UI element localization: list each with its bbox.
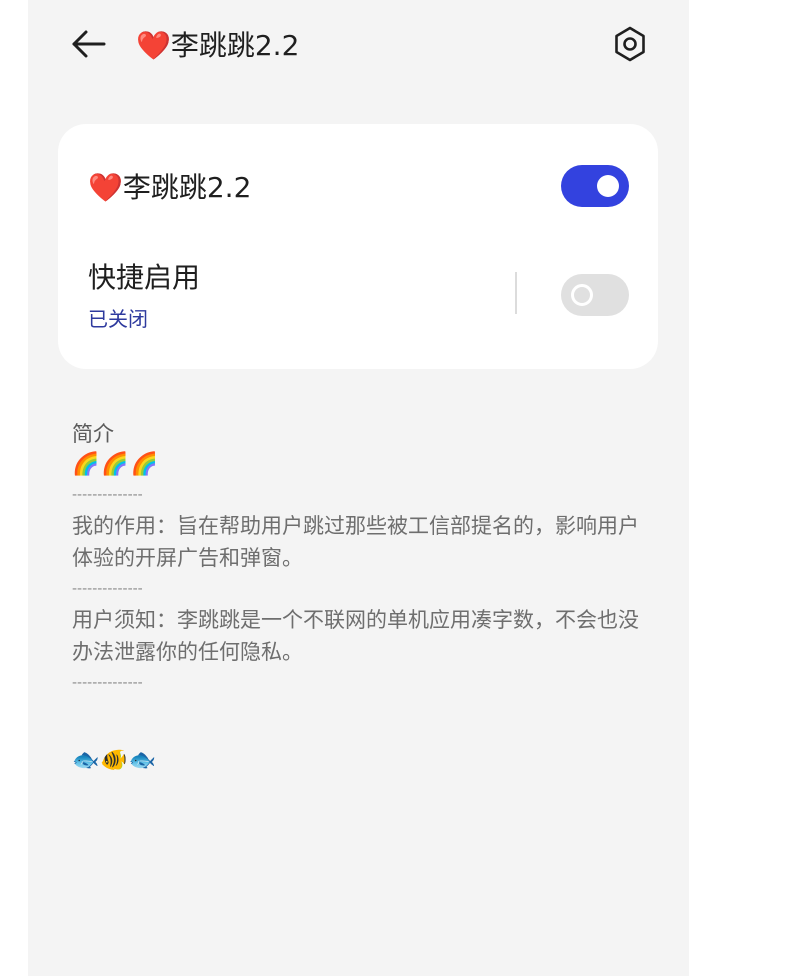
settings-card: ❤️李跳跳2.2 快捷启用 已关闭 bbox=[58, 124, 658, 369]
vertical-divider bbox=[515, 272, 517, 314]
app-enable-label: ❤️李跳跳2.2 bbox=[88, 171, 252, 204]
back-button[interactable] bbox=[68, 24, 112, 64]
fish-emojis: 🐟🐠🐟 bbox=[72, 748, 158, 773]
description-section: 简介 🌈🌈🌈 -------------- 我的作用：旨在帮助用户跳过那些被工信… bbox=[72, 420, 652, 696]
description-paragraph: 我的作用：旨在帮助用户跳过那些被工信部提名的，影响用户体验的开屏广告和弹窗。 bbox=[72, 514, 639, 570]
separator: -------------- bbox=[72, 675, 143, 691]
settings-button[interactable] bbox=[610, 24, 650, 64]
quick-enable-status: 已关闭 bbox=[88, 307, 148, 331]
separator: -------------- bbox=[72, 581, 143, 597]
rainbow-emojis: 🌈🌈🌈 bbox=[72, 452, 161, 477]
quick-enable-label: 快捷启用 bbox=[88, 261, 201, 294]
quick-enable-toggle[interactable] bbox=[561, 274, 629, 316]
hexagon-gear-icon bbox=[615, 26, 645, 62]
left-margin bbox=[0, 0, 28, 976]
description-paragraph: 用户须知：李跳跳是一个不联网的单机应用凑字数，不会也没办法泄露你的任何隐私。 bbox=[72, 608, 639, 664]
toggle-knob bbox=[597, 175, 619, 197]
toggle-knob bbox=[571, 284, 593, 306]
right-margin bbox=[689, 0, 794, 976]
page-title: ❤️李跳跳2.2 bbox=[136, 29, 300, 62]
description-heading: 简介 bbox=[72, 422, 114, 446]
app-enable-toggle[interactable] bbox=[561, 165, 629, 207]
separator: -------------- bbox=[72, 487, 143, 503]
arrow-left-icon bbox=[72, 30, 106, 58]
